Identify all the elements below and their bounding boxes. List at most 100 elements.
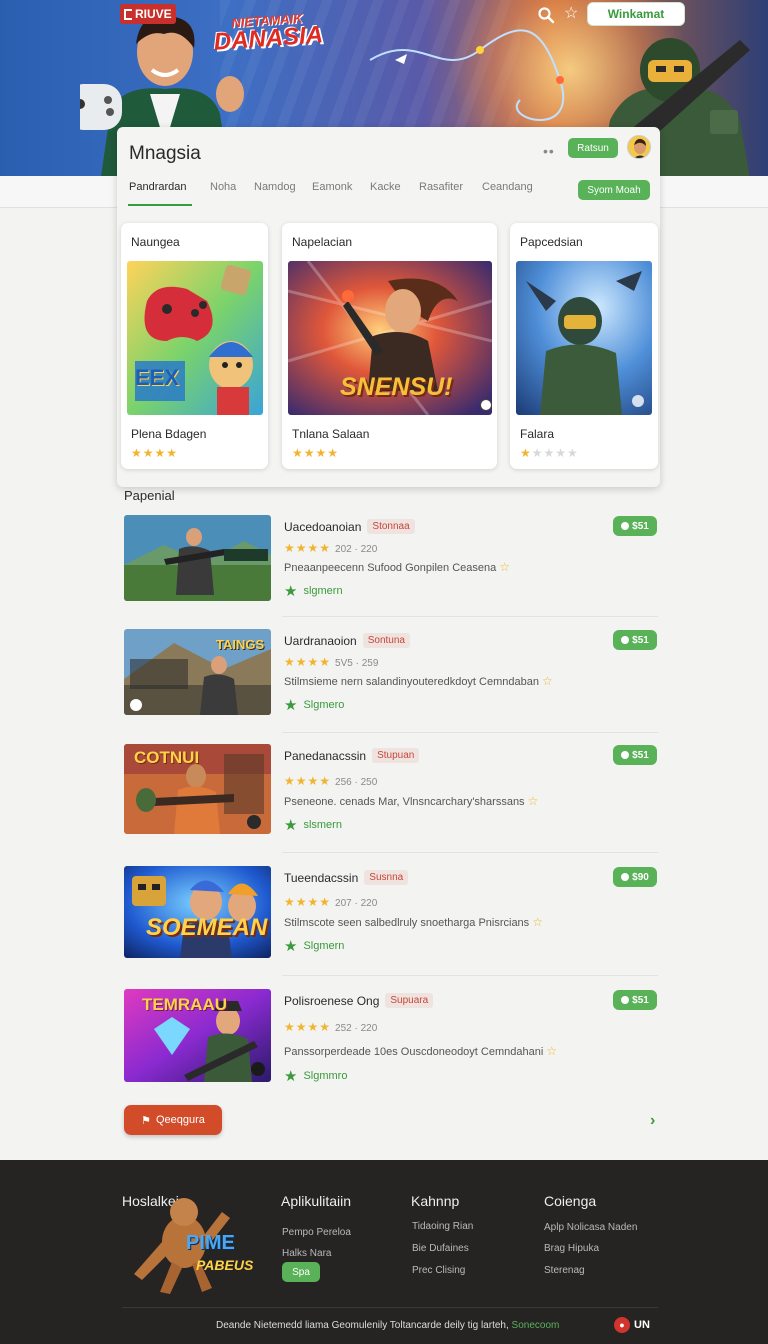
game-meta: ★★★★ 252 · 220 — [284, 1020, 378, 1034]
price-button[interactable]: $51 — [613, 990, 657, 1010]
card-title: Falara — [520, 427, 555, 441]
card-badge: EEX — [135, 365, 180, 390]
tab-noha[interactable]: Noha — [210, 181, 236, 193]
list-item[interactable]: TEMRAAU Polisroenese Ong Supuara ★★★★ 252 … — [124, 989, 658, 1089]
footer-divider — [122, 1307, 658, 1308]
star-icon: ★ — [284, 583, 298, 600]
card-category: Naungea — [131, 235, 180, 249]
footer-link[interactable]: Tidaoing Rian — [412, 1221, 473, 1232]
divider — [282, 975, 658, 976]
game-description: Panssorperdeade 10es Ouscdoneodoyt Cemnd… — [284, 1044, 558, 1058]
mascot-logo: PIME — [186, 1232, 235, 1254]
tab-pandrardan[interactable]: Pandrardan — [129, 181, 187, 193]
list-item[interactable]: Uacedoanoian Stonnaa ★★★★ 202 · 220 Pneaan… — [124, 515, 658, 615]
favorite-action[interactable]: ★ Slgmern — [284, 937, 344, 955]
footer: Hoslalkei PIME PABEUS Aplikulitaiin Pemp… — [0, 1160, 768, 1344]
signin-button[interactable]: Winkamat — [587, 2, 685, 26]
tab-kacke[interactable]: Kacke — [370, 181, 401, 193]
game-meta: ★★★★ 202 · 220 — [284, 541, 378, 555]
search-icon[interactable] — [537, 6, 555, 24]
rating-stars: ★★★★ — [131, 446, 179, 460]
avatar[interactable] — [627, 135, 651, 159]
list-item[interactable]: SOEMEAN Tueendacssin Susnna ★★★★ 207 · 220… — [124, 866, 658, 966]
favorite-action[interactable]: ★ Slgmero — [284, 696, 344, 714]
show-more-button[interactable]: Syom Moah — [578, 180, 650, 200]
featured-card[interactable]: Naungea EEX Plena Bdagen ★★★★ — [121, 223, 268, 469]
thumbnail-badge: SOEMEAN — [146, 914, 268, 941]
tab-namdog[interactable]: Namdog — [254, 181, 296, 193]
footer-link[interactable]: Sterenag — [544, 1265, 585, 1276]
footer-link[interactable]: Prec Clising — [412, 1265, 465, 1276]
game-description: Pneaanpeecenn Sufood Gonpilen Ceasena ☆ — [284, 560, 511, 574]
footer-link[interactable]: Bie Dufaines — [412, 1243, 469, 1254]
favorite-action[interactable]: ★ Slgmmro — [284, 1067, 347, 1085]
tab-eamonk[interactable]: Eamonk — [312, 181, 352, 193]
star-icon: ★ — [284, 697, 298, 714]
card-category: Papcedsian — [520, 235, 583, 249]
language-selector[interactable]: ● UN — [614, 1317, 650, 1333]
rating-stars: ★★★★ — [292, 446, 340, 460]
footer-button[interactable]: Spa — [282, 1262, 320, 1282]
genre-tag: Stonnaa — [367, 519, 415, 534]
game-description: Stilmscote seen salbedlruly snoetharga P… — [284, 915, 544, 929]
copyright-link[interactable]: Sonecoom — [512, 1320, 560, 1331]
footer-link[interactable]: Pempo Pereloa — [282, 1227, 351, 1238]
star-icon: ★ — [284, 1068, 298, 1085]
featured-card[interactable]: Napelacian SNENSU! Tnlana Salaan ★★★★ — [282, 223, 497, 469]
favorite-action[interactable]: ★ slgmern — [284, 582, 343, 600]
divider — [282, 852, 658, 853]
price-button[interactable]: $90 — [613, 867, 657, 887]
game-meta: ★★★★ 5V5 · 259 — [284, 655, 379, 669]
active-tab-indicator — [128, 204, 192, 206]
footer-link[interactable]: Brag Hipuka — [544, 1243, 599, 1254]
brand-logo[interactable]: RIUVE — [120, 4, 176, 24]
game-title: Polisroenese Ong Supuara — [284, 993, 434, 1008]
globe-icon: ● — [614, 1317, 630, 1333]
star-icon: ★ — [284, 817, 298, 834]
game-title: Uacedoanoian Stonnaa — [284, 519, 415, 534]
card-category: Napelacian — [292, 235, 353, 249]
price-button[interactable]: $51 — [613, 630, 657, 650]
section-title: Papenial — [124, 488, 175, 503]
load-more-button[interactable]: ⚑ Qeeqgura — [124, 1105, 222, 1135]
price-button[interactable]: $51 — [613, 516, 657, 536]
price-button[interactable]: $51 — [613, 745, 657, 765]
tab-rasafiter[interactable]: Rasafiter — [419, 181, 463, 193]
game-thumbnail — [124, 515, 271, 601]
footer-link[interactable]: Halks Nara — [282, 1248, 331, 1259]
info-icon — [480, 399, 492, 411]
genre-tag: Stupuan — [372, 748, 420, 763]
game-title: Tueendacssin Susnna — [284, 870, 409, 885]
controller-cable-illustration — [369, 29, 565, 121]
thumbnail-badge: COTNUI — [134, 748, 200, 767]
card-artwork — [127, 261, 263, 415]
genre-tag: Supuara — [385, 993, 434, 1008]
game-thumbnail — [124, 866, 271, 958]
favorite-action[interactable]: ★ slsmern — [284, 816, 342, 834]
copyright-text: Deande Nietemedd liama Geomulenily Tolta… — [216, 1320, 560, 1331]
rating-stars: ★★★★★ — [520, 446, 579, 460]
game-title: Panedanacssin Stupuan — [284, 748, 420, 763]
footer-column-title: Coienga — [544, 1193, 597, 1209]
footer-column-title: Kahnnp — [411, 1193, 460, 1209]
footer-link[interactable]: Aplp Nolicasa Naden — [544, 1222, 637, 1233]
chevron-right-icon[interactable]: › — [650, 1112, 655, 1130]
game-description: Stilmsieme nern salandinyouteredkdoyt Ce… — [284, 674, 553, 688]
game-title: Uardranaoion Sontuna — [284, 633, 410, 648]
panel-header-button[interactable]: Ratsun — [568, 138, 618, 158]
more-options-icon[interactable]: •• — [543, 143, 555, 159]
game-description: Pseneone. cenads Mar, Vlnsncarchary'shar… — [284, 794, 539, 808]
star-icon: ★ — [284, 938, 298, 955]
list-item[interactable]: COTNUI Panedanacssin Stupuan ★★★★ 256 · 25… — [124, 744, 658, 844]
star-icon[interactable]: ☆ — [564, 5, 582, 23]
divider — [282, 732, 658, 733]
flag-icon: ⚑ — [141, 1114, 151, 1127]
thumbnail-badge: TEMRAAU — [142, 995, 227, 1014]
game-meta: ★★★★ 256 · 250 — [284, 774, 378, 788]
thumbnail-badge: TAINGS — [216, 637, 265, 652]
featured-card[interactable]: Papcedsian Falara ★★★★★ — [510, 223, 658, 469]
mascot-logo-sub: PABEUS — [196, 1257, 254, 1273]
tab-ceandang[interactable]: Ceandang — [482, 181, 533, 193]
divider — [282, 616, 658, 617]
list-item[interactable]: TAINGS Uardranaoion Sontuna ★★★★ 5V5 · 259… — [124, 629, 658, 729]
